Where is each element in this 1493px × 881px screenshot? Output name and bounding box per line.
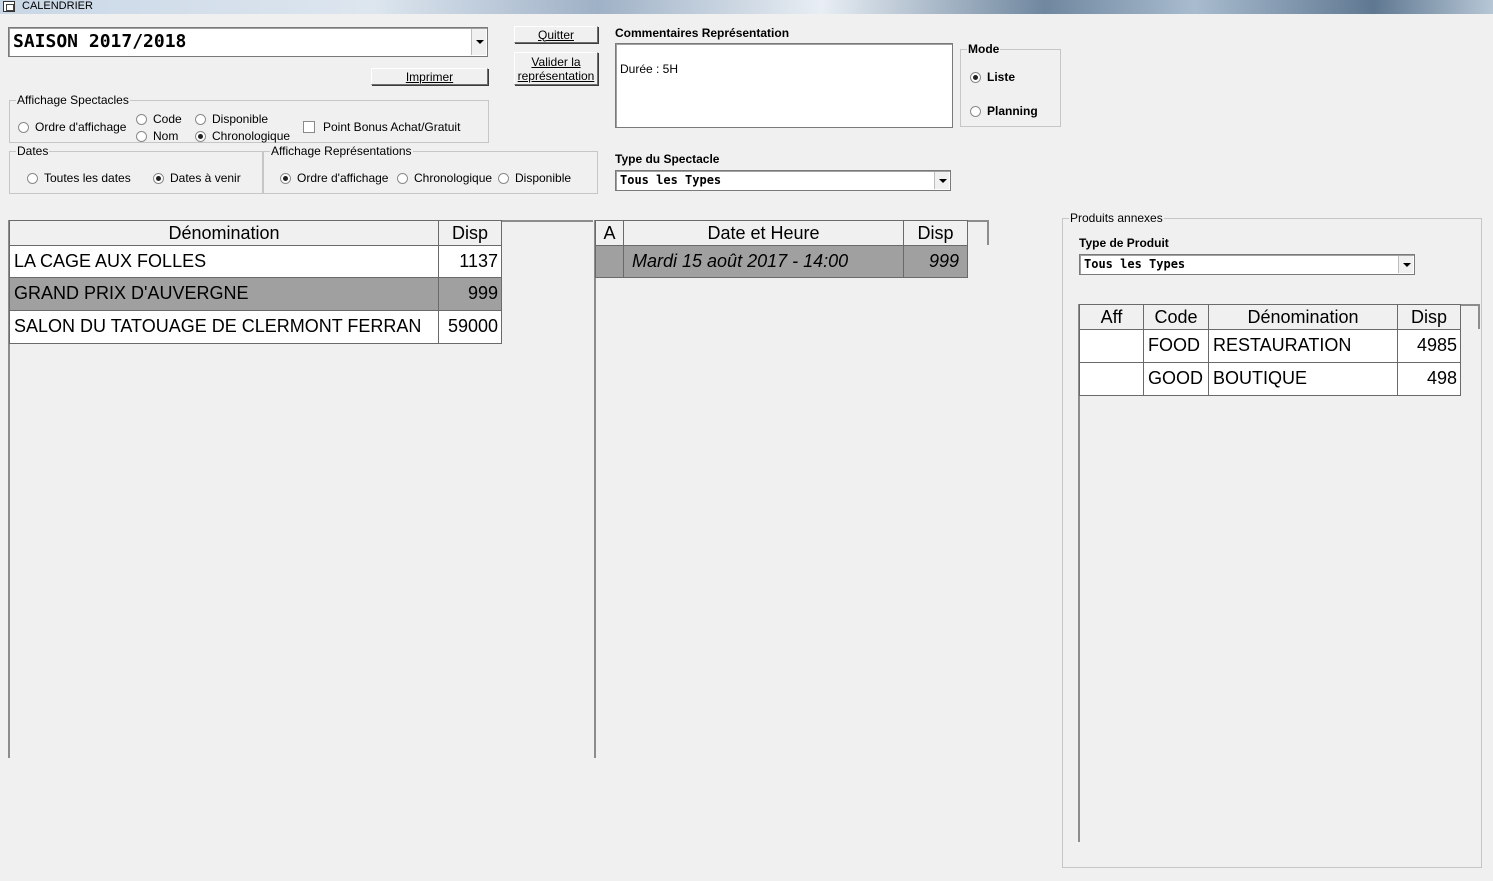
radio-mode-liste[interactable]: Liste bbox=[970, 70, 1015, 84]
radio-dot bbox=[195, 130, 206, 142]
type-spectacle-select[interactable]: Tous les Types bbox=[615, 170, 951, 191]
season-select[interactable]: SAISON 2017/2018 bbox=[8, 27, 488, 57]
quit-button[interactable]: Quitter bbox=[514, 26, 598, 43]
comments-label: Commentaires Représentation bbox=[615, 26, 790, 40]
repr-row-date[interactable]: Mardi 15 août 2017 - 14:00 bbox=[623, 245, 904, 278]
type-produit-value: Tous les Types bbox=[1084, 257, 1186, 271]
title-bar[interactable]: CALENDRIER bbox=[0, 0, 1493, 14]
grid-divider bbox=[987, 220, 989, 245]
radio-dot bbox=[18, 121, 29, 133]
shows-header-denomination[interactable]: Dénomination bbox=[9, 220, 439, 246]
produit-row-name[interactable]: RESTAURATION bbox=[1208, 329, 1398, 363]
season-value: SAISON 2017/2018 bbox=[13, 31, 187, 52]
radio-label: Nom bbox=[153, 129, 179, 143]
radio-label: Ordre d'affichage bbox=[35, 120, 127, 134]
print-button[interactable]: Imprimer bbox=[371, 68, 488, 85]
produit-row-aff[interactable] bbox=[1079, 362, 1144, 396]
produits-header-denomination[interactable]: Dénomination bbox=[1208, 304, 1398, 330]
type-spectacle-value: Tous les Types bbox=[620, 173, 722, 187]
show-row-disp[interactable]: 999 bbox=[438, 277, 502, 311]
produit-row-aff[interactable] bbox=[1079, 329, 1144, 363]
window-icon bbox=[3, 1, 15, 12]
comments-textarea[interactable]: Durée : 5H bbox=[615, 43, 953, 128]
radio-label: Chronologique bbox=[414, 171, 493, 185]
radio-label: Code bbox=[153, 112, 182, 126]
type-produit-select[interactable]: Tous les Types bbox=[1079, 254, 1415, 275]
radio-code[interactable]: Code bbox=[136, 112, 182, 126]
radio-toutes-les-dates[interactable]: Toutes les dates bbox=[27, 171, 131, 185]
radio-ordre-affichage[interactable]: Ordre d'affichage bbox=[18, 120, 126, 134]
chevron-down-icon[interactable] bbox=[471, 29, 486, 55]
validate-button-line2: représentation bbox=[517, 68, 595, 83]
repr-header-date[interactable]: Date et Heure bbox=[623, 220, 904, 246]
radio-repr-chronologique[interactable]: Chronologique bbox=[397, 171, 492, 185]
produits-header-aff[interactable]: Aff bbox=[1079, 304, 1144, 330]
repr-row-disp[interactable]: 999 bbox=[903, 245, 968, 278]
radio-dot bbox=[970, 71, 981, 83]
produit-row-code[interactable]: FOOD bbox=[1143, 329, 1209, 363]
radio-mode-planning[interactable]: Planning bbox=[970, 104, 1038, 118]
produit-row-code[interactable]: GOOD bbox=[1143, 362, 1209, 396]
show-row-name[interactable]: LA CAGE AUX FOLLES bbox=[9, 245, 439, 278]
show-row-disp[interactable]: 59000 bbox=[438, 310, 502, 344]
radio-label: Chronologique bbox=[212, 129, 291, 143]
show-row-disp[interactable]: 1137 bbox=[438, 245, 502, 278]
grid-divider bbox=[1478, 304, 1480, 329]
radio-dot bbox=[136, 113, 147, 125]
grid-divider bbox=[502, 220, 593, 222]
radio-label: Disponible bbox=[212, 112, 269, 126]
produits-header-disp[interactable]: Disp bbox=[1397, 304, 1461, 330]
validate-representation-button[interactable]: Valider la représentation bbox=[514, 52, 598, 85]
affichage-representations-legend: Affichage Représentations bbox=[271, 144, 412, 158]
radio-label: Planning bbox=[987, 104, 1038, 118]
dates-legend: Dates bbox=[17, 144, 49, 158]
produit-row-disp[interactable]: 4985 bbox=[1397, 329, 1461, 363]
produit-row-name[interactable]: BOUTIQUE bbox=[1208, 362, 1398, 396]
radio-disponible[interactable]: Disponible bbox=[195, 112, 268, 126]
validate-button-line1: Valider la bbox=[531, 54, 581, 69]
affichage-representations-group: Affichage Représentations bbox=[263, 144, 598, 194]
radio-repr-ordre-affichage[interactable]: Ordre d'affichage bbox=[280, 171, 388, 185]
shows-header-disp[interactable]: Disp bbox=[438, 220, 502, 246]
radio-label: Liste bbox=[987, 70, 1016, 84]
radio-dot bbox=[970, 105, 981, 117]
type-spectacle-label: Type du Spectacle bbox=[615, 152, 720, 166]
representations-grid[interactable] bbox=[594, 220, 989, 758]
window-title: CALENDRIER bbox=[22, 0, 93, 12]
produits-header-code[interactable]: Code bbox=[1143, 304, 1209, 330]
radio-dot bbox=[136, 130, 147, 142]
produit-row-disp[interactable]: 498 bbox=[1397, 362, 1461, 396]
radio-dot bbox=[280, 172, 291, 184]
point-bonus-checkbox[interactable]: Point Bonus Achat/Gratuit bbox=[303, 120, 460, 134]
repr-row-a[interactable] bbox=[595, 245, 624, 278]
produits-annexes-legend: Produits annexes bbox=[1070, 211, 1163, 225]
repr-header-disp[interactable]: Disp bbox=[903, 220, 968, 246]
radio-label: Dates à venir bbox=[170, 171, 241, 185]
radio-dot bbox=[27, 172, 38, 184]
repr-header-a[interactable]: A bbox=[595, 220, 624, 246]
radio-nom[interactable]: Nom bbox=[136, 129, 178, 143]
radio-label: Toutes les dates bbox=[44, 171, 131, 185]
chevron-down-icon[interactable] bbox=[934, 172, 949, 189]
comments-text: Durée : 5H bbox=[620, 62, 679, 76]
radio-repr-disponible[interactable]: Disponible bbox=[498, 171, 571, 185]
radio-label: Ordre d'affichage bbox=[297, 171, 389, 185]
grid-divider bbox=[968, 220, 988, 222]
show-row-name[interactable]: SALON DU TATOUAGE DE CLERMONT FERRAN bbox=[9, 310, 439, 344]
checkbox-label: Point Bonus Achat/Gratuit bbox=[323, 120, 461, 134]
type-produit-label: Type de Produit bbox=[1079, 236, 1169, 250]
affichage-spectacles-legend: Affichage Spectacles bbox=[17, 93, 129, 107]
chevron-down-icon[interactable] bbox=[1398, 256, 1413, 273]
radio-chronologique[interactable]: Chronologique bbox=[195, 129, 290, 143]
mode-legend: Mode bbox=[968, 42, 1000, 56]
show-row-name[interactable]: GRAND PRIX D'AUVERGNE bbox=[9, 277, 439, 311]
radio-dot bbox=[397, 172, 408, 184]
checkbox-box bbox=[303, 121, 315, 133]
radio-dot bbox=[153, 172, 164, 184]
radio-dot bbox=[195, 113, 206, 125]
dates-group: Dates bbox=[9, 144, 263, 194]
radio-dot bbox=[498, 172, 509, 184]
radio-dates-a-venir[interactable]: Dates à venir bbox=[153, 171, 241, 185]
radio-label: Disponible bbox=[515, 171, 572, 185]
